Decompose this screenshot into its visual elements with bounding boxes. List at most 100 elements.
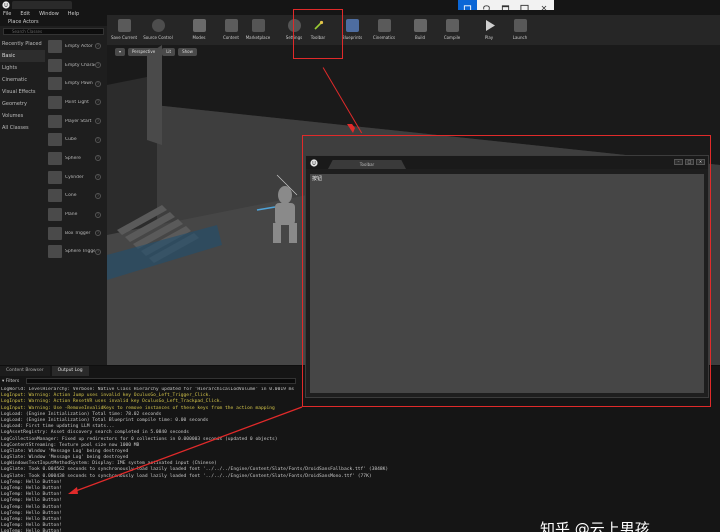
help-icon: ? <box>95 99 101 106</box>
actor-thumbnail <box>48 77 62 91</box>
actor-thumbnail <box>48 95 62 109</box>
place-actors-header: Place Actors <box>0 18 107 26</box>
cinematics-button[interactable]: Cinematics <box>367 17 401 43</box>
actor-item[interactable]: Point Light? <box>46 93 107 112</box>
save-current-button[interactable]: Save Current <box>107 17 141 43</box>
category-lights[interactable]: Lights <box>0 62 45 74</box>
help-icon: ? <box>95 211 101 218</box>
actor-item[interactable]: Box Trigger? <box>46 224 107 243</box>
play-icon <box>483 19 496 32</box>
actor-thumbnail <box>48 189 62 203</box>
actor-name: Sphere <box>65 155 81 161</box>
modes-icon <box>192 19 206 32</box>
menu-window[interactable]: Window <box>39 10 59 18</box>
actor-item[interactable]: Empty Character? <box>46 56 107 75</box>
actor-thumbnail <box>48 39 62 53</box>
actor-name: Empty Pawn <box>65 81 93 87</box>
clapper-icon <box>377 19 391 32</box>
viewport-menu-button[interactable]: ▾ <box>115 48 126 56</box>
popup-highlight-box <box>302 135 711 407</box>
category-volumes[interactable]: Volumes <box>0 110 45 122</box>
toolbar-highlight-box <box>293 9 343 59</box>
actor-item[interactable]: Cube? <box>46 130 107 149</box>
actor-name: Cube <box>65 137 77 143</box>
help-icon: ? <box>95 136 101 143</box>
output-log: LogWorld: LevelHierarchy: Verbose: Nativ… <box>1 387 720 532</box>
blueprint-icon <box>345 19 359 32</box>
actor-name: Sphere Trigger <box>65 249 95 255</box>
play-button[interactable]: Play <box>472 17 506 43</box>
help-icon: ? <box>95 118 101 125</box>
modes-button[interactable]: Modes <box>182 17 216 43</box>
actor-item[interactable]: Empty Actor? <box>46 37 107 56</box>
actor-item[interactable]: Plane? <box>46 205 107 224</box>
tab-content-browser[interactable]: Content Browser <box>0 366 50 376</box>
category-geometry[interactable]: Geometry <box>0 98 45 110</box>
actor-item[interactable]: Sphere? <box>46 149 107 168</box>
actor-name: Empty Character <box>65 62 95 68</box>
filters-dropdown[interactable]: ▾ Filters <box>0 379 26 384</box>
show-button[interactable]: Show <box>178 48 197 56</box>
unreal-logo-icon: U <box>2 1 10 9</box>
source-control-icon <box>151 19 165 32</box>
lit-button[interactable]: Lit <box>162 48 176 56</box>
help-icon: ? <box>95 192 101 199</box>
launch-button[interactable]: Launch <box>503 17 537 43</box>
actor-item[interactable]: Empty Pawn? <box>46 74 107 93</box>
menu-help[interactable]: Help <box>68 10 79 18</box>
help-icon: ? <box>95 174 101 181</box>
category-all-classes[interactable]: All Classes <box>0 122 45 134</box>
actor-name: Plane <box>65 212 78 218</box>
actor-name: Cone <box>65 193 77 199</box>
help-icon: ? <box>95 43 101 50</box>
actor-name: Box Trigger <box>65 230 91 236</box>
actor-thumbnail <box>48 245 62 259</box>
menu-edit[interactable]: Edit <box>20 10 30 18</box>
actor-name: Cylinder <box>65 174 84 180</box>
title-bar: U <box>0 0 720 10</box>
compile-icon <box>445 19 459 32</box>
help-icon: ? <box>95 80 101 87</box>
actor-name: Point Light <box>65 99 89 105</box>
launch-icon <box>513 19 527 32</box>
actor-item[interactable]: Sphere Trigger? <box>46 243 107 262</box>
tab-output-log[interactable]: Output Log <box>51 366 89 376</box>
actor-thumbnail <box>48 226 62 240</box>
class-search-input[interactable]: Search Classes <box>3 28 104 35</box>
actor-thumbnail <box>48 151 62 165</box>
log-search-input[interactable] <box>26 378 296 384</box>
actor-thumbnail <box>48 170 62 184</box>
svg-text:U: U <box>4 3 8 9</box>
menu-file[interactable]: File <box>3 10 11 18</box>
viewport-toolbar: ▾ Perspective Lit Show <box>115 48 197 56</box>
marketplace-button[interactable]: Marketplace <box>241 17 275 43</box>
category-visual-effects[interactable]: Visual Effects <box>0 86 45 98</box>
main-toolbar: Save Current Source Control Modes Conten… <box>107 15 720 45</box>
help-icon: ? <box>95 62 101 69</box>
marketplace-icon <box>251 19 265 32</box>
actor-item[interactable]: Cone? <box>46 187 107 206</box>
category-cinematic[interactable]: Cinematic <box>0 74 45 86</box>
build-button[interactable]: Build <box>403 17 437 43</box>
help-icon: ? <box>95 230 101 237</box>
level-tab[interactable] <box>12 1 72 9</box>
category-basic[interactable]: Basic <box>0 50 45 62</box>
perspective-button[interactable]: Perspective <box>128 48 160 56</box>
source-control-button[interactable]: Source Control <box>141 17 175 43</box>
actor-thumbnail <box>48 133 62 147</box>
compile-button[interactable]: Compile <box>435 17 469 43</box>
category-recently-placed[interactable]: Recently Placed <box>0 38 45 50</box>
actor-name: Player Start <box>65 118 92 124</box>
actor-thumbnail <box>48 114 62 128</box>
category-list: Recently Placed Basic Lights Cinematic V… <box>0 38 45 134</box>
help-icon: ? <box>95 155 101 162</box>
save-icon <box>117 19 131 32</box>
place-actors-panel: Place Actors Search Classes Recently Pla… <box>0 18 107 365</box>
help-icon: ? <box>95 248 101 255</box>
actor-item[interactable]: Cylinder? <box>46 168 107 187</box>
watermark: 知乎 @云上男孩 <box>540 520 650 532</box>
actor-list: Empty Actor? Empty Character? Empty Pawn… <box>46 37 107 261</box>
content-icon <box>224 19 238 32</box>
actor-item[interactable]: Player Start? <box>46 112 107 131</box>
actor-thumbnail <box>48 208 62 222</box>
